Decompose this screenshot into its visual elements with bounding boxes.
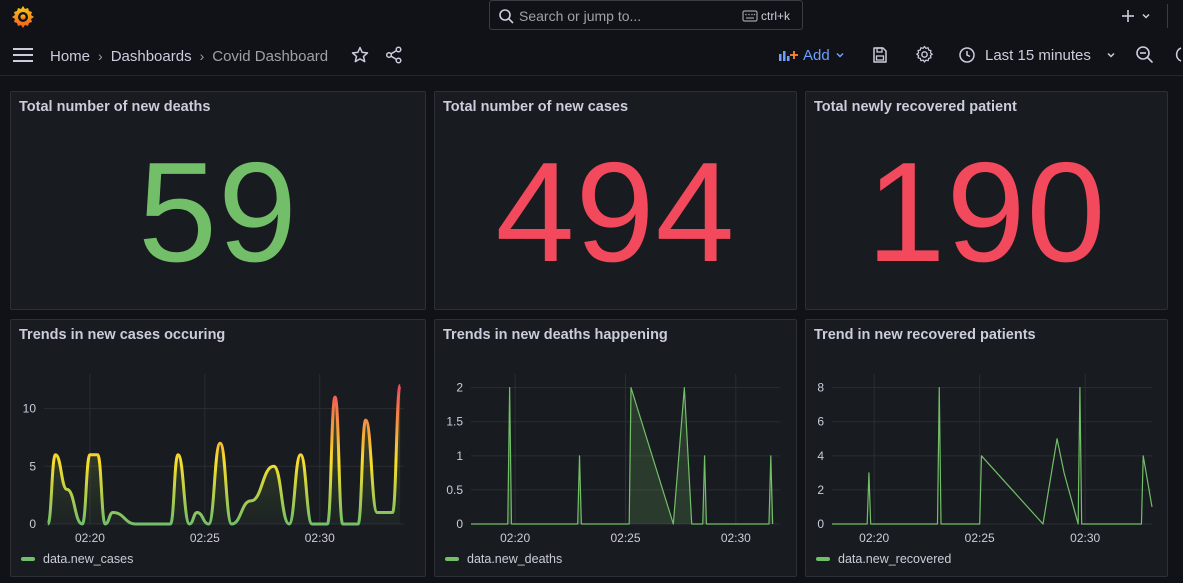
breadcrumb: Home › Dashboards › Covid Dashboard: [50, 46, 328, 66]
legend-label: data.new_cases: [43, 552, 134, 566]
stat-panel-new-recovered[interactable]: Total newly recovered patient 190: [805, 91, 1168, 310]
y-tick-label: 0.5: [446, 483, 463, 497]
cases-chart: 0 5 10 02:20 02:25 02:30: [23, 374, 404, 545]
time-range-label: Last 15 minutes: [985, 46, 1091, 64]
legend-label: data.new_recovered: [838, 552, 952, 566]
x-tick-label: 02:20: [500, 531, 530, 545]
chevron-down-icon: [1107, 52, 1115, 58]
x-tick-label: 02:20: [75, 531, 105, 545]
keyboard-icon: [742, 10, 758, 22]
search-input[interactable]: Search or jump to... ctrl+k: [489, 0, 803, 30]
x-tick-label: 02:30: [721, 531, 751, 545]
y-tick-label: 8: [817, 381, 824, 395]
chevron-down-icon: [836, 52, 844, 58]
clock-icon: [959, 47, 975, 63]
x-tick-label: 02:25: [610, 531, 640, 545]
y-tick-label: 2: [817, 483, 824, 497]
legend-swatch: [816, 557, 830, 561]
y-tick-label: 1.5: [446, 415, 463, 429]
chevron-right-icon: ›: [98, 48, 103, 64]
breadcrumb-current: Covid Dashboard: [212, 47, 329, 65]
y-tick-label: 10: [23, 402, 37, 416]
add-button[interactable]: Add: [778, 45, 845, 65]
x-tick-label: 02:25: [965, 531, 995, 545]
refresh-icon[interactable]: [1172, 45, 1183, 64]
legend[interactable]: data.new_recovered: [816, 552, 951, 566]
dashboard-nav-bar: Home › Dashboards › Covid Dashboard Add: [0, 35, 1183, 76]
time-range-picker[interactable]: Last 15 minutes: [958, 45, 1116, 65]
recovered-chart: 0 2 4 6 8 02:20 02:25 02:30: [817, 374, 1153, 545]
y-tick-label: 1: [456, 449, 463, 463]
legend-label: data.new_deaths: [467, 552, 563, 566]
gear-icon[interactable]: [915, 45, 934, 64]
legend[interactable]: data.new_deaths: [445, 552, 562, 566]
legend[interactable]: data.new_cases: [21, 552, 133, 566]
plus-icon: [1122, 10, 1134, 22]
top-bar: Search or jump to... ctrl+k: [0, 0, 1183, 34]
search-placeholder: Search or jump to...: [519, 8, 642, 24]
timeseries-panel-new-deaths[interactable]: Trends in new deaths happening 0 0.5 1 1.5 2…: [434, 319, 797, 577]
new-menu-button[interactable]: [1120, 6, 1156, 26]
star-icon[interactable]: [351, 46, 369, 64]
x-tick-label: 02:25: [190, 531, 220, 545]
y-tick-label: 6: [817, 415, 824, 429]
y-tick-label: 0: [456, 517, 463, 531]
breadcrumb-dashboards[interactable]: Dashboards: [111, 48, 192, 65]
y-tick-label: 4: [817, 449, 824, 463]
zoom-out-icon[interactable]: [1135, 45, 1154, 64]
deaths-chart: 0 0.5 1 1.5 2 02:20 02:25 02:30: [446, 374, 780, 545]
stat-value: 59: [138, 133, 298, 292]
panel-title: Total number of new deaths: [19, 99, 211, 115]
search-shortcut: ctrl+k: [761, 9, 791, 23]
panel-title: Total newly recovered patient: [814, 99, 1017, 115]
top-bar-divider: [1167, 4, 1168, 28]
y-tick-label: 5: [29, 459, 36, 473]
legend-swatch: [445, 557, 459, 561]
stat-panel-new-cases[interactable]: Total number of new cases 494: [434, 91, 797, 310]
save-icon[interactable]: [871, 46, 889, 64]
add-button-label: Add: [803, 46, 830, 64]
stat-value: 190: [866, 133, 1107, 292]
legend-swatch: [21, 557, 35, 561]
panel-title: Total number of new cases: [443, 99, 629, 115]
menu-icon[interactable]: [12, 47, 34, 63]
search-icon: [499, 9, 514, 24]
timeseries-panel-new-cases[interactable]: Trends in new cases occuring 0 5 10 02:20 02…: [10, 319, 426, 577]
grafana-logo-icon[interactable]: [10, 4, 36, 30]
chevron-right-icon: ›: [199, 48, 205, 64]
y-tick-label: 0: [29, 517, 36, 531]
y-tick-label: 0: [817, 517, 824, 531]
stat-panel-new-deaths[interactable]: Total number of new deaths 59: [10, 91, 426, 310]
y-tick-label: 2: [456, 381, 463, 395]
breadcrumb-home[interactable]: Home: [50, 48, 90, 65]
chevron-down-icon: [1142, 13, 1150, 19]
share-icon[interactable]: [385, 46, 403, 64]
stat-value: 494: [495, 133, 736, 292]
x-tick-label: 02:20: [859, 531, 889, 545]
add-panel-icon: [779, 51, 798, 61]
timeseries-panel-new-recovered[interactable]: Trend in new recovered patients 0 2 4 6 8 02:…: [805, 319, 1168, 577]
x-tick-label: 02:30: [1070, 531, 1100, 545]
x-tick-label: 02:30: [305, 531, 335, 545]
